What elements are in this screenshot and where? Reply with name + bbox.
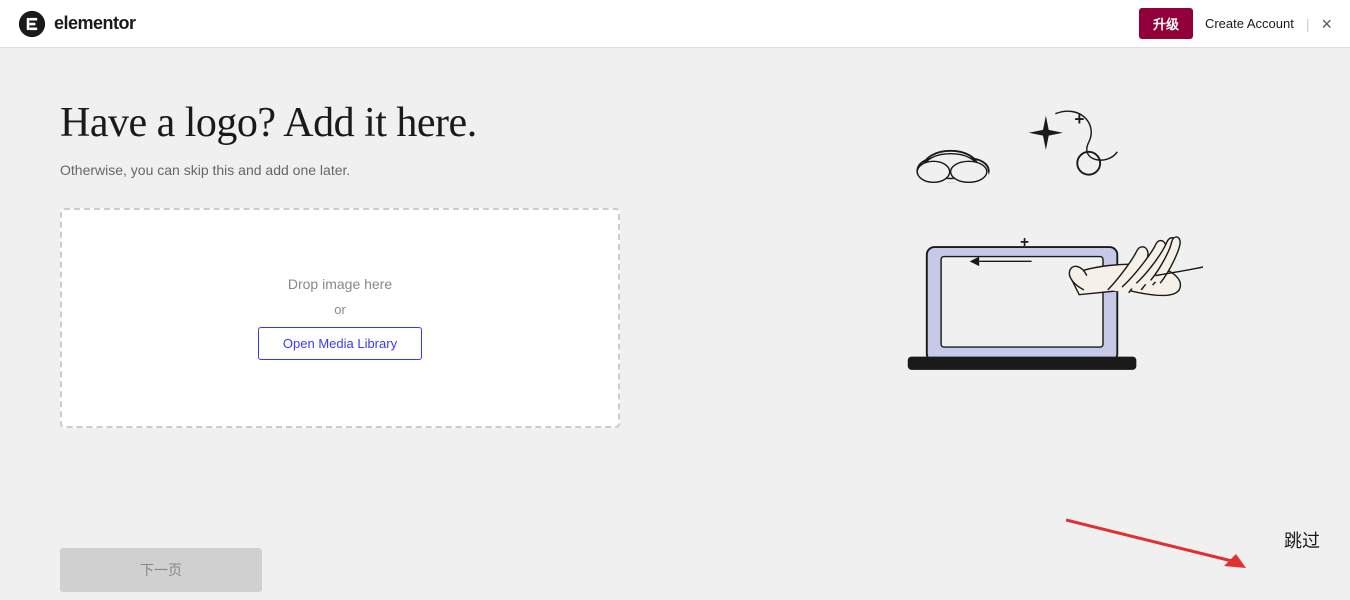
illustration-area: + + xyxy=(803,68,1223,408)
next-page-button[interactable]: 下一页 xyxy=(60,548,262,592)
top-navigation: elementor 升级 Create Account | × xyxy=(0,0,1350,48)
right-panel: + + 跳过 xyxy=(743,48,1350,600)
page-subtitle: Otherwise, you can skip this and add one… xyxy=(60,162,683,178)
nav-divider: | xyxy=(1306,16,1310,32)
logo-text: elementor xyxy=(54,13,136,34)
main-content: Have a logo? Add it here. Otherwise, you… xyxy=(0,48,1350,600)
nav-right: 升级 Create Account | × xyxy=(1139,8,1332,39)
svg-text:+: + xyxy=(1020,234,1029,251)
drop-text: Drop image here xyxy=(288,276,392,292)
or-text: or xyxy=(334,302,346,317)
drop-zone[interactable]: Drop image here or Open Media Library xyxy=(60,208,620,428)
open-media-library-button[interactable]: Open Media Library xyxy=(258,327,422,360)
page-title: Have a logo? Add it here. xyxy=(60,98,683,148)
create-account-link[interactable]: Create Account xyxy=(1205,16,1294,31)
left-panel: Have a logo? Add it here. Otherwise, you… xyxy=(0,48,743,478)
close-button[interactable]: × xyxy=(1321,15,1332,33)
bottom-bar: 下一页 xyxy=(0,540,1350,600)
logo-area: elementor xyxy=(18,10,136,38)
upgrade-button[interactable]: 升级 xyxy=(1139,8,1193,39)
elementor-logo-icon xyxy=(18,10,46,38)
illustration-svg: + + xyxy=(803,68,1203,388)
